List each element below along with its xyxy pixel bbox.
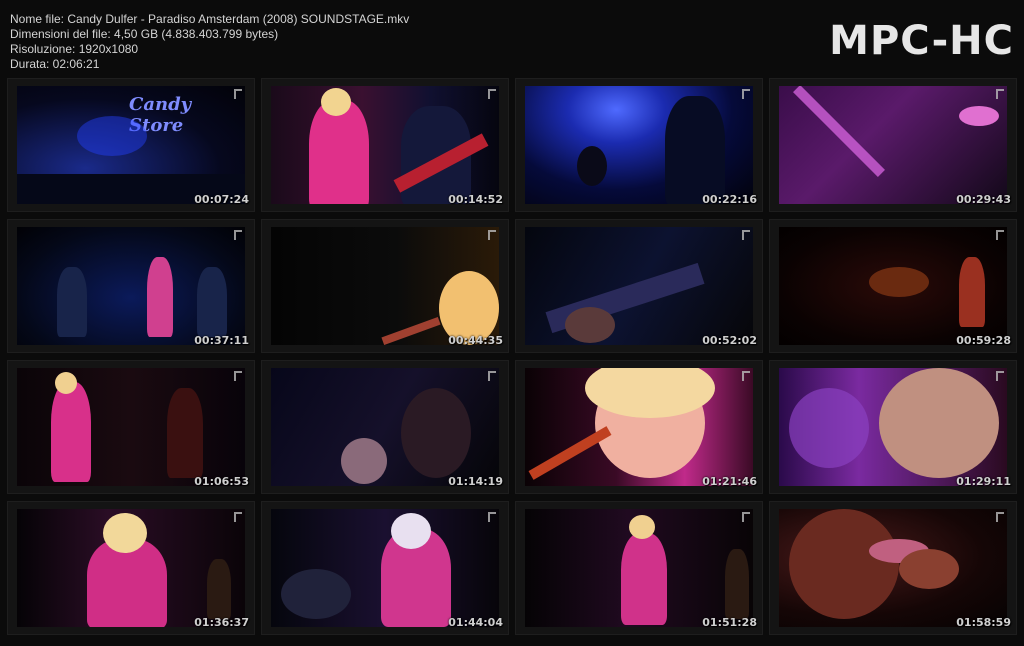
thumbnail[interactable]: 00:44:35 bbox=[262, 220, 508, 352]
watermark-icon bbox=[742, 89, 750, 99]
timestamp: 00:14:52 bbox=[448, 193, 503, 206]
timestamp: 00:29:43 bbox=[956, 193, 1011, 206]
watermark-icon bbox=[488, 89, 496, 99]
thumbnail[interactable]: 01:44:04 bbox=[262, 502, 508, 634]
thumbnail[interactable]: 01:51:28 bbox=[516, 502, 762, 634]
timestamp: 00:44:35 bbox=[448, 334, 503, 347]
video-frame bbox=[525, 368, 753, 486]
thumbnail[interactable]: 01:58:59 bbox=[770, 502, 1016, 634]
video-frame bbox=[17, 227, 245, 345]
duration-line: Durata: 02:06:21 bbox=[10, 57, 100, 71]
thumbnail[interactable]: Candy Store 00:07:24 bbox=[8, 79, 254, 211]
video-frame bbox=[271, 227, 499, 345]
video-frame bbox=[271, 509, 499, 627]
file-name-line: Nome file: Candy Dulfer - Paradiso Amste… bbox=[10, 12, 410, 26]
thumbnail[interactable]: 00:52:02 bbox=[516, 220, 762, 352]
thumbnail[interactable]: 00:29:43 bbox=[770, 79, 1016, 211]
video-frame bbox=[779, 86, 1007, 204]
thumbnail[interactable]: 00:14:52 bbox=[262, 79, 508, 211]
watermark-icon bbox=[488, 512, 496, 522]
timestamp: 01:21:46 bbox=[702, 475, 757, 488]
watermark-icon bbox=[742, 512, 750, 522]
thumbnail[interactable]: 01:14:19 bbox=[262, 361, 508, 493]
timestamp: 00:22:16 bbox=[702, 193, 757, 206]
video-frame bbox=[525, 227, 753, 345]
timestamp: 01:58:59 bbox=[956, 616, 1011, 629]
video-frame bbox=[525, 86, 753, 204]
video-frame bbox=[779, 509, 1007, 627]
watermark-icon bbox=[742, 371, 750, 381]
watermark-icon bbox=[996, 230, 1004, 240]
watermark-icon bbox=[996, 371, 1004, 381]
video-frame bbox=[525, 509, 753, 627]
watermark-icon bbox=[996, 89, 1004, 99]
timestamp: 01:51:28 bbox=[702, 616, 757, 629]
thumbnail[interactable]: 00:22:16 bbox=[516, 79, 762, 211]
timestamp: 01:36:37 bbox=[194, 616, 249, 629]
file-info-panel: Nome file: Candy Dulfer - Paradiso Amste… bbox=[10, 12, 409, 72]
video-frame bbox=[779, 368, 1007, 486]
watermark-icon bbox=[742, 230, 750, 240]
timestamp: 00:37:11 bbox=[194, 334, 249, 347]
video-frame bbox=[17, 509, 245, 627]
watermark-icon bbox=[234, 89, 242, 99]
video-frame: Candy Store bbox=[17, 86, 245, 204]
thumbnail[interactable]: 01:21:46 bbox=[516, 361, 762, 493]
thumbnail[interactable]: 00:37:11 bbox=[8, 220, 254, 352]
thumbnail[interactable]: 01:29:11 bbox=[770, 361, 1016, 493]
timestamp: 00:52:02 bbox=[702, 334, 757, 347]
thumbnail[interactable]: 01:36:37 bbox=[8, 502, 254, 634]
timestamp: 01:14:19 bbox=[448, 475, 503, 488]
watermark-icon bbox=[234, 230, 242, 240]
file-size-line: Dimensioni del file: 4,50 GB (4.838.403.… bbox=[10, 27, 279, 41]
watermark-icon bbox=[488, 371, 496, 381]
video-frame bbox=[271, 86, 499, 204]
watermark-icon bbox=[996, 512, 1004, 522]
thumbnail-grid: Candy Store 00:07:24 00:14:52 00:22:16 0… bbox=[8, 79, 1016, 634]
timestamp: 01:29:11 bbox=[956, 475, 1011, 488]
video-frame bbox=[271, 368, 499, 486]
timestamp: 01:06:53 bbox=[194, 475, 249, 488]
thumbnail[interactable]: 01:06:53 bbox=[8, 361, 254, 493]
video-frame bbox=[779, 227, 1007, 345]
frame-text: Candy Store bbox=[129, 94, 192, 136]
mpc-hc-logo: MPC-HC bbox=[829, 18, 1014, 64]
timestamp: 00:59:28 bbox=[956, 334, 1011, 347]
resolution-line: Risoluzione: 1920x1080 bbox=[10, 42, 139, 56]
timestamp: 00:07:24 bbox=[194, 193, 249, 206]
watermark-icon bbox=[488, 230, 496, 240]
watermark-icon bbox=[234, 512, 242, 522]
watermark-icon bbox=[234, 371, 242, 381]
video-frame bbox=[17, 368, 245, 486]
thumbnail[interactable]: 00:59:28 bbox=[770, 220, 1016, 352]
timestamp: 01:44:04 bbox=[448, 616, 503, 629]
